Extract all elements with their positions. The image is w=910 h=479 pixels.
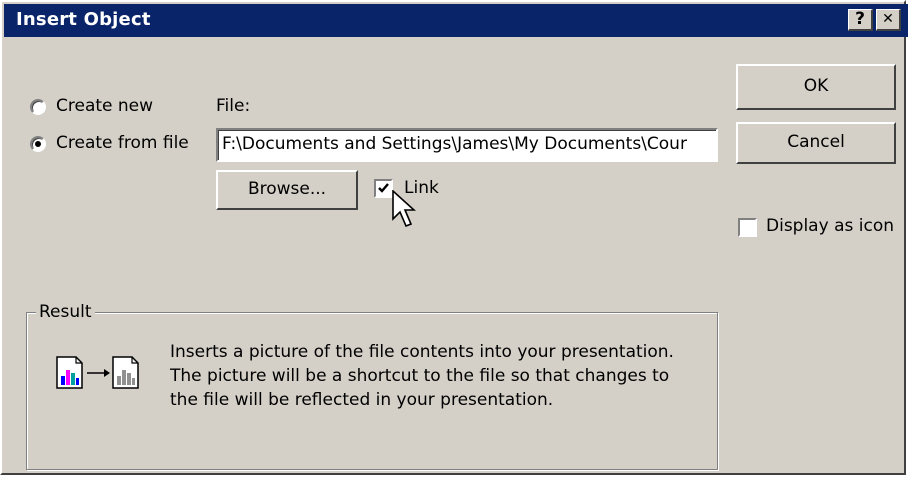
ok-button-label: OK [803,76,829,96]
browse-button-label: Browse... [247,179,327,199]
mouse-pointer-icon [392,190,416,228]
checkmark-icon [378,183,389,193]
result-text-line-2: The picture will be a shortcut to the fi… [170,366,670,386]
result-text-line-3: the file will be reflected in your prese… [170,390,554,410]
ok-button[interactable]: OK [736,64,896,110]
browse-button[interactable]: Browse... [216,170,358,210]
linked-picture-icon [56,356,139,389]
display-as-icon-label[interactable]: Display as icon [766,216,894,236]
result-text-line-1: Inserts a picture of the file contents i… [170,342,674,362]
file-path-input[interactable]: F:\Documents and Settings\James\My Docum… [216,128,718,162]
title-bar: Insert Object ? ✕ [4,4,908,37]
radio-selected-dot [35,141,41,147]
help-button[interactable]: ? [848,9,873,31]
radio-create-new-label[interactable]: Create new [56,96,153,116]
radio-create-new-circle[interactable] [30,99,46,115]
close-button[interactable]: ✕ [876,9,901,31]
radio-create-from-file-circle[interactable] [30,136,46,152]
cancel-button-label: Cancel [787,132,845,152]
display-as-icon-checkbox-box[interactable] [738,218,757,237]
file-label: File: [216,96,251,116]
insert-object-dialog: Insert Object ? ✕ Create new Create from… [0,0,908,475]
link-checkbox-box[interactable] [374,179,393,198]
result-label: Result [36,302,95,322]
cancel-button[interactable]: Cancel [736,122,896,164]
window-title: Insert Object [16,9,151,30]
radio-create-from-file-label[interactable]: Create from file [56,133,189,153]
